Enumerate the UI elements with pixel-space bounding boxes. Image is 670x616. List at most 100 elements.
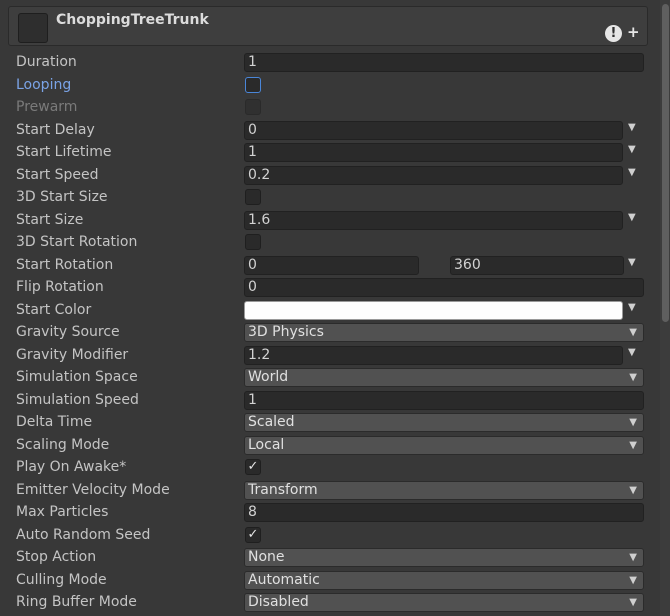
scrollbar-thumb[interactable] [662,4,669,322]
row-delta-time: Delta Time Scaled ▼ [0,412,660,434]
3d-start-size-checkbox[interactable] [245,189,261,205]
gravity-source-label: Gravity Source [16,324,120,340]
gravity-modifier-label: Gravity Modifier [16,347,129,363]
flip-rotation-field[interactable]: 0 [244,278,644,297]
row-3d-start-rotation: 3D Start Rotation [0,232,660,254]
culling-mode-value: Automatic [248,572,320,588]
row-simulation-space: Simulation Space World ▼ [0,367,660,389]
start-rotation-min-field[interactable]: 0 [244,256,419,275]
stop-action-dropdown[interactable]: None ▼ [244,548,644,567]
simulation-speed-label: Simulation Speed [16,392,139,408]
max-particles-field[interactable]: 8 [244,503,644,522]
flip-rotation-label: Flip Rotation [16,279,104,295]
start-speed-field[interactable]: 0.2 [244,166,623,185]
plus-icon[interactable]: + [627,23,640,41]
duration-label: Duration [16,54,77,70]
start-rotation-label: Start Rotation [16,257,114,273]
gravity-source-value: 3D Physics [248,324,324,340]
delta-time-value: Scaled [248,414,295,430]
emitter-velocity-mode-dropdown[interactable]: Transform ▼ [244,481,644,500]
auto-random-seed-label: Auto Random Seed [16,527,151,543]
ring-buffer-mode-label: Ring Buffer Mode [16,594,137,610]
start-lifetime-label: Start Lifetime [16,144,112,160]
chevron-down-icon: ▼ [629,417,637,428]
row-start-size: Start Size 1.6 ▼ [0,210,660,232]
chevron-down-icon: ▼ [629,575,637,586]
3d-start-size-label: 3D Start Size [16,189,108,205]
play-on-awake-label: Play On Awake* [16,459,127,475]
delta-time-label: Delta Time [16,414,93,430]
chevron-down-icon: ▼ [629,552,637,563]
module-thumbnail [18,13,48,43]
simulation-space-label: Simulation Space [16,369,138,385]
row-play-on-awake: Play On Awake* ✓ [0,457,660,479]
scaling-mode-value: Local [248,437,285,453]
play-on-awake-checkbox[interactable]: ✓ [245,459,261,475]
simulation-space-dropdown[interactable]: World ▼ [244,368,644,387]
emitter-velocity-mode-value: Transform [248,482,318,498]
start-rotation-max-field[interactable]: 360 [450,256,624,275]
start-color-label: Start Color [16,302,92,318]
row-flip-rotation: Flip Rotation 0 [0,277,660,299]
stop-action-label: Stop Action [16,549,97,565]
row-ring-buffer-mode: Ring Buffer Mode Disabled ▼ [0,592,660,614]
row-emitter-velocity-mode: Emitter Velocity Mode Transform ▼ [0,480,660,502]
chevron-down-icon: ▼ [629,597,637,608]
start-size-field[interactable]: 1.6 [244,211,623,230]
row-start-delay: Start Delay 0 ▼ [0,120,660,142]
row-gravity-source: Gravity Source 3D Physics ▼ [0,322,660,344]
start-lifetime-field[interactable]: 1 [244,143,623,162]
ring-buffer-mode-value: Disabled [248,594,309,610]
auto-random-seed-checkbox[interactable]: ✓ [245,527,261,543]
vertical-scrollbar[interactable] [660,0,670,616]
start-delay-label: Start Delay [16,122,95,138]
culling-mode-label: Culling Mode [16,572,107,588]
row-simulation-speed: Simulation Speed 1 [0,390,660,412]
delta-time-dropdown[interactable]: Scaled ▼ [244,413,644,432]
chevron-down-icon: ▼ [629,485,637,496]
chevron-down-icon: ▼ [629,327,637,338]
stop-action-value: None [248,549,285,565]
start-size-label: Start Size [16,212,84,228]
row-culling-mode: Culling Mode Automatic ▼ [0,570,660,592]
max-particles-label: Max Particles [16,504,109,520]
duration-field[interactable]: 1 [244,53,644,72]
row-gravity-modifier: Gravity Modifier 1.2 ▼ [0,345,660,367]
culling-mode-dropdown[interactable]: Automatic ▼ [244,571,644,590]
simulation-speed-field[interactable]: 1 [244,391,644,410]
3d-start-rotation-checkbox[interactable] [245,234,261,250]
start-color-mode-dropdown[interactable]: ▼ [628,302,636,313]
row-start-lifetime: Start Lifetime 1 ▼ [0,142,660,164]
prewarm-checkbox [245,99,261,115]
start-rotation-mode-dropdown[interactable]: ▼ [628,257,636,268]
emitter-velocity-mode-label: Emitter Velocity Mode [16,482,170,498]
simulation-space-value: World [248,369,289,385]
start-delay-field[interactable]: 0 [244,121,623,140]
start-color-swatch[interactable] [244,301,623,320]
gravity-modifier-field[interactable]: 1.2 [244,346,623,365]
start-size-mode-dropdown[interactable]: ▼ [628,212,636,223]
row-start-rotation: Start Rotation 0 360 ▼ [0,255,660,277]
row-prewarm: Prewarm [0,97,660,119]
scaling-mode-dropdown[interactable]: Local ▼ [244,436,644,455]
start-speed-label: Start Speed [16,167,99,183]
looping-checkbox[interactable] [245,77,261,93]
start-lifetime-mode-dropdown[interactable]: ▼ [628,144,636,155]
chevron-down-icon: ▼ [629,372,637,383]
row-duration: Duration 1 [0,52,660,74]
row-max-particles: Max Particles 8 [0,502,660,524]
row-start-speed: Start Speed 0.2 ▼ [0,165,660,187]
gravity-modifier-mode-dropdown[interactable]: ▼ [628,347,636,358]
3d-start-rotation-label: 3D Start Rotation [16,234,138,250]
chevron-down-icon: ▼ [629,440,637,451]
ring-buffer-mode-dropdown[interactable]: Disabled ▼ [244,593,644,612]
prewarm-label: Prewarm [16,99,78,115]
gravity-source-dropdown[interactable]: 3D Physics ▼ [244,323,644,342]
module-header[interactable]: ChoppingTreeTrunk ! + [8,6,648,46]
start-delay-mode-dropdown[interactable]: ▼ [628,122,636,133]
row-start-color: Start Color ▼ [0,300,660,322]
scaling-mode-label: Scaling Mode [16,437,110,453]
start-speed-mode-dropdown[interactable]: ▼ [628,167,636,178]
module-title: ChoppingTreeTrunk [56,12,209,28]
warning-icon[interactable]: ! [605,25,622,42]
